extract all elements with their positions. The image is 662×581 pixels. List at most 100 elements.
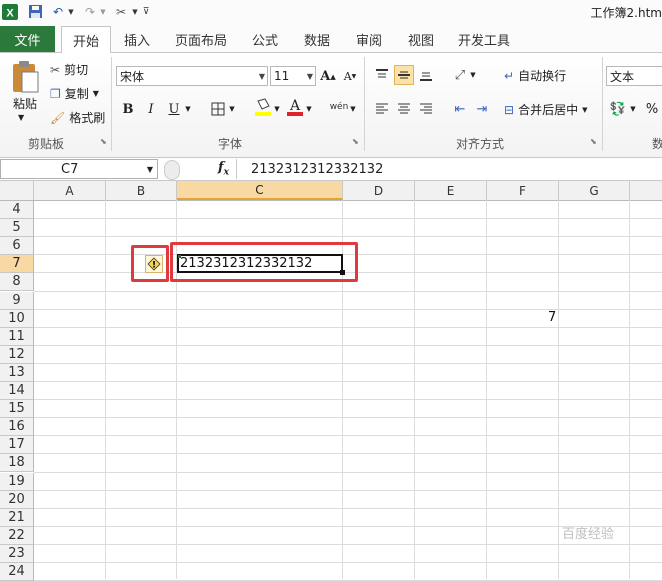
format-painter-button[interactable]: 🖌 格式刷 [50,109,105,126]
select-all-corner[interactable] [0,181,34,200]
tab-page-layout[interactable]: 页面布局 [170,26,232,52]
tab-insert[interactable]: 插入 [114,26,160,52]
undo-icon[interactable]: ↶ [50,3,66,20]
font-size-combo[interactable]: 11 ▼ [270,66,316,86]
alignment-launcher-icon[interactable]: ⬊ [590,137,597,146]
font-color-icon[interactable]: A [285,97,305,117]
worksheet-grid[interactable]: ABCDEFG 4 5 6 7 8 9 10 11 12 13 14 15 16 17 18 19 20 21 22… [0,181,662,581]
paste-button[interactable]: 粘贴 [10,95,40,112]
orientation-icon[interactable]: ⤢ [450,65,470,85]
underline-dropdown-icon[interactable]: ▼ [183,99,193,119]
tab-review[interactable]: 审阅 [348,26,390,52]
align-top-icon[interactable] [372,65,392,85]
tab-file[interactable]: 文件 [0,26,55,52]
row-header-21[interactable]: 21 [0,508,34,527]
cell-f10[interactable]: 7 [548,310,556,325]
row-header-12[interactable]: 12 [0,345,34,364]
font-color-dropdown-icon[interactable]: ▼ [304,99,314,119]
align-right-icon[interactable] [416,99,436,119]
customize-icon[interactable]: ⊽ [140,3,152,20]
copy-dropdown-icon[interactable]: ▼ [93,89,99,98]
tab-developer[interactable]: 开发工具 [452,26,516,52]
tools-icon[interactable]: ✂ [112,3,130,20]
align-middle-icon[interactable] [394,65,414,85]
tab-formulas[interactable]: 公式 [244,26,286,52]
tools-dropdown-icon[interactable]: ▼ [130,3,140,20]
redo-icon[interactable]: ↷ [82,3,98,20]
tab-view[interactable]: 视图 [400,26,442,52]
undo-dropdown-icon[interactable]: ▼ [66,3,76,20]
cut-button[interactable]: ✂ 剪切 [50,61,88,78]
row-header-9[interactable]: 9 [0,291,34,310]
row-header-15[interactable]: 15 [0,400,34,419]
row-header-18[interactable]: 18 [0,454,34,473]
align-bottom-icon[interactable] [416,65,436,85]
wrap-text-button[interactable]: ↵ 自动换行 [504,67,566,84]
row-header-24[interactable]: 24 [0,563,34,581]
format-painter-label: 格式刷 [69,111,106,125]
row-header-20[interactable]: 20 [0,490,34,509]
font-name-combo[interactable]: 宋体 ▼ [116,66,268,86]
clipboard-launcher-icon[interactable]: ⬊ [100,137,107,146]
insert-function-icon[interactable]: fx [218,160,229,178]
bold-button[interactable]: B [118,99,138,119]
row-header-8[interactable]: 8 [0,273,34,292]
column-header-b[interactable]: B [106,181,177,200]
row-header-6[interactable]: 6 [0,237,34,256]
currency-icon[interactable]: 💱 [608,99,628,119]
gridline-row [34,435,662,437]
tab-home[interactable]: 开始 [61,26,111,54]
formula-input[interactable]: 2132312312332132 [236,159,662,179]
borders-icon[interactable] [208,99,228,119]
italic-button[interactable]: I [141,99,161,119]
shrink-font-button[interactable]: A ▼ [340,66,360,86]
row-header-5[interactable]: 5 [0,219,34,238]
font-size-value: 11 [274,69,290,83]
font-launcher-icon[interactable]: ⬊ [352,137,359,146]
phonetic-icon[interactable]: wén [328,97,350,117]
merge-center-button[interactable]: ⊟ 合并后居中 ▼ [504,101,587,118]
row-header-17[interactable]: 17 [0,436,34,455]
underline-button[interactable]: U [164,99,184,119]
row-header-11[interactable]: 11 [0,327,34,346]
align-left-icon[interactable] [372,99,392,119]
column-header-a[interactable]: A [34,181,106,200]
orientation-dropdown-icon[interactable]: ▼ [468,65,478,85]
formula-bar-splitter[interactable] [164,160,180,180]
paste-dropdown-icon[interactable]: ▼ [18,113,24,122]
row-header-22[interactable]: 22 [0,526,34,545]
column-header-g[interactable]: G [559,181,630,200]
row-header-23[interactable]: 23 [0,544,34,563]
copy-button[interactable]: ❐ 复制 ▼ [50,85,99,102]
row-header-19[interactable]: 19 [0,472,34,491]
row-header-13[interactable]: 13 [0,363,34,382]
fill-color-dropdown-icon[interactable]: ▼ [272,99,282,119]
currency-dropdown-icon[interactable]: ▼ [628,99,638,119]
percent-icon[interactable]: % [642,99,662,119]
borders-dropdown-icon[interactable]: ▼ [227,99,237,119]
tab-data[interactable]: 数据 [296,26,338,52]
name-box[interactable]: C7 ▼ [0,159,158,179]
row-header-14[interactable]: 14 [0,382,34,400]
phonetic-dropdown-icon[interactable]: ▼ [348,99,358,119]
row-header-7[interactable]: 7 [0,255,34,274]
column-header-e[interactable]: E [415,181,487,200]
excel-logo-icon[interactable]: X [2,3,18,20]
fill-color-icon[interactable] [253,97,273,117]
merge-dropdown-icon[interactable]: ▼ [582,106,587,114]
number-format-combo[interactable]: 文本 [606,66,662,86]
save-icon[interactable] [26,3,44,20]
decrease-indent-icon[interactable]: ⇤ [450,99,470,119]
paste-icon[interactable] [8,57,42,97]
scissors-icon: ✂ [50,62,61,77]
increase-indent-icon[interactable]: ⇥ [472,99,492,119]
row-header-10[interactable]: 10 [0,309,34,328]
row-header-16[interactable]: 16 [0,418,34,437]
align-center-icon[interactable] [394,99,414,119]
column-header-d[interactable]: D [343,181,415,200]
redo-dropdown-icon[interactable]: ▼ [98,3,108,20]
column-header-c[interactable]: C [177,181,343,200]
column-header-f[interactable]: F [487,181,559,200]
row-header-4[interactable]: 4 [0,201,34,219]
grow-font-button[interactable]: A ▲ [318,66,338,86]
